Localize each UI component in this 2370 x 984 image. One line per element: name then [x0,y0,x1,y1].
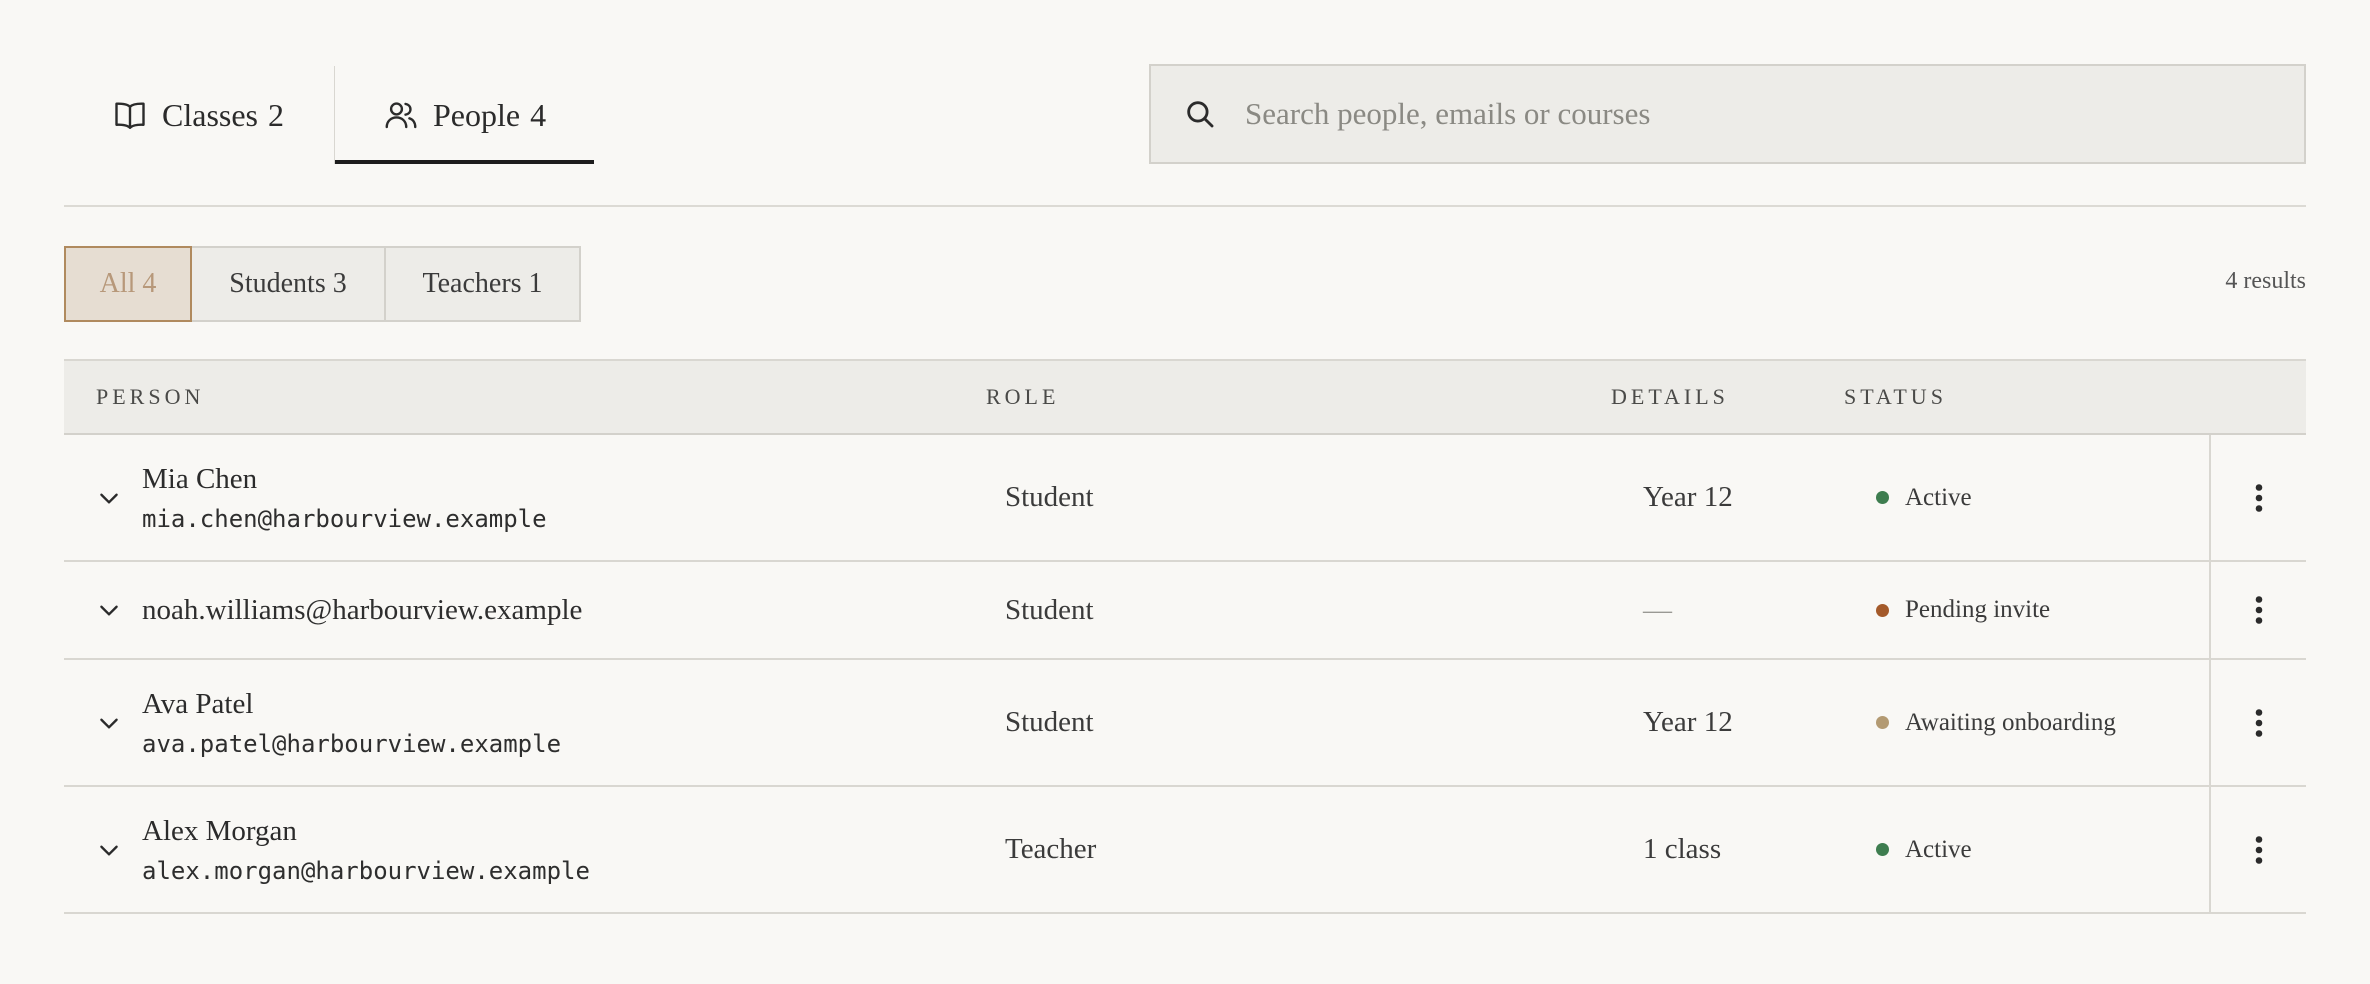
search-input[interactable] [1245,66,2304,162]
person-email: alex.morgan@harbourview.example [142,856,590,885]
filter-students[interactable]: Students 3 [190,246,386,322]
row-actions-button[interactable] [2209,660,2306,785]
tabs-divider [64,205,2306,207]
row-actions-button[interactable] [2209,562,2306,658]
people-table: PERSON ROLE DETAILS STATUS Mia Chen mia.… [64,359,2306,914]
status-label: Pending invite [1905,596,2051,623]
tab-classes-count: 2 [268,96,284,133]
status-cell: Pending invite [1876,562,2050,658]
role-cell: Student [1005,593,1094,626]
people-icon [383,97,419,133]
role-cell: Student [1005,481,1094,513]
header-role: ROLE [986,384,1060,409]
tab-bar: Classes 2 People 4 [64,66,595,164]
table-row: Ava Patel ava.patel@harbourview.example … [64,660,2306,787]
header-person: PERSON [96,384,205,409]
status-dot [1876,843,1889,856]
row-actions-button[interactable] [2209,435,2306,560]
filter-all[interactable]: All 4 [64,246,192,322]
status-label: Active [1905,483,1972,511]
row-actions-button[interactable] [2209,787,2306,912]
chevron-down-icon[interactable] [94,435,124,560]
person-email: noah.williams@harbourview.example [142,593,583,626]
search-box [1149,64,2306,164]
role-filter-group: All 4 Students 3 Teachers 1 [64,246,581,322]
status-cell: Active [1876,787,1972,912]
table-row: Mia Chen mia.chen@harbourview.example St… [64,435,2306,562]
status-cell: Active [1876,435,1972,560]
status-dot [1876,603,1889,617]
filter-teachers[interactable]: Teachers 1 [384,246,581,322]
person-name: Mia Chen [142,463,258,496]
person-name: Alex Morgan [142,815,297,848]
person-name: Ava Patel [142,688,254,721]
tab-people[interactable]: People 4 [335,66,595,164]
results-count: 4 results [2225,268,2306,294]
book-icon [112,97,148,133]
chevron-down-icon[interactable] [94,562,124,658]
status-cell: Awaiting onboarding [1876,660,2116,785]
role-cell: Teacher [1005,833,1097,865]
more-vertical-icon [2255,483,2262,512]
header-details: DETAILS [1611,384,1729,409]
chevron-down-icon[interactable] [94,787,124,912]
person-cell: Alex Morgan alex.morgan@harbourview.exam… [142,787,590,912]
status-label: Awaiting onboarding [1905,708,2116,736]
tab-people-label: People [433,96,521,133]
more-vertical-icon [2255,835,2262,864]
person-email: mia.chen@harbourview.example [142,504,547,533]
tab-classes[interactable]: Classes 2 [64,66,335,164]
details-cell: Year 12 [1643,706,1733,738]
tab-classes-label: Classes [162,96,258,133]
chevron-down-icon[interactable] [94,660,124,785]
more-vertical-icon [2255,708,2262,737]
person-cell: Mia Chen mia.chen@harbourview.example [142,435,547,560]
more-vertical-icon [2255,596,2262,624]
person-email: ava.patel@harbourview.example [142,729,562,758]
people-page: Classes 2 People 4 Search people, emails… [0,0,2370,984]
header-status: STATUS [1844,384,1947,409]
status-label: Active [1905,835,1972,863]
tab-people-count: 4 [530,96,547,133]
details-cell: 1 class [1643,833,1722,865]
details-cell: Year 12 [1643,481,1733,513]
details-cell: — [1643,593,1672,626]
person-cell: noah.williams@harbourview.example [142,562,582,658]
role-cell: Student [1005,706,1094,738]
search-icon [1183,97,1217,131]
table-header: PERSON ROLE DETAILS STATUS [64,359,2306,435]
status-dot [1876,491,1889,504]
table-row: Alex Morgan alex.morgan@harbourview.exam… [64,787,2306,914]
table-row: noah.williams@harbourview.example Studen… [64,562,2306,660]
person-cell: Ava Patel ava.patel@harbourview.example [142,660,561,785]
status-dot [1876,716,1889,729]
